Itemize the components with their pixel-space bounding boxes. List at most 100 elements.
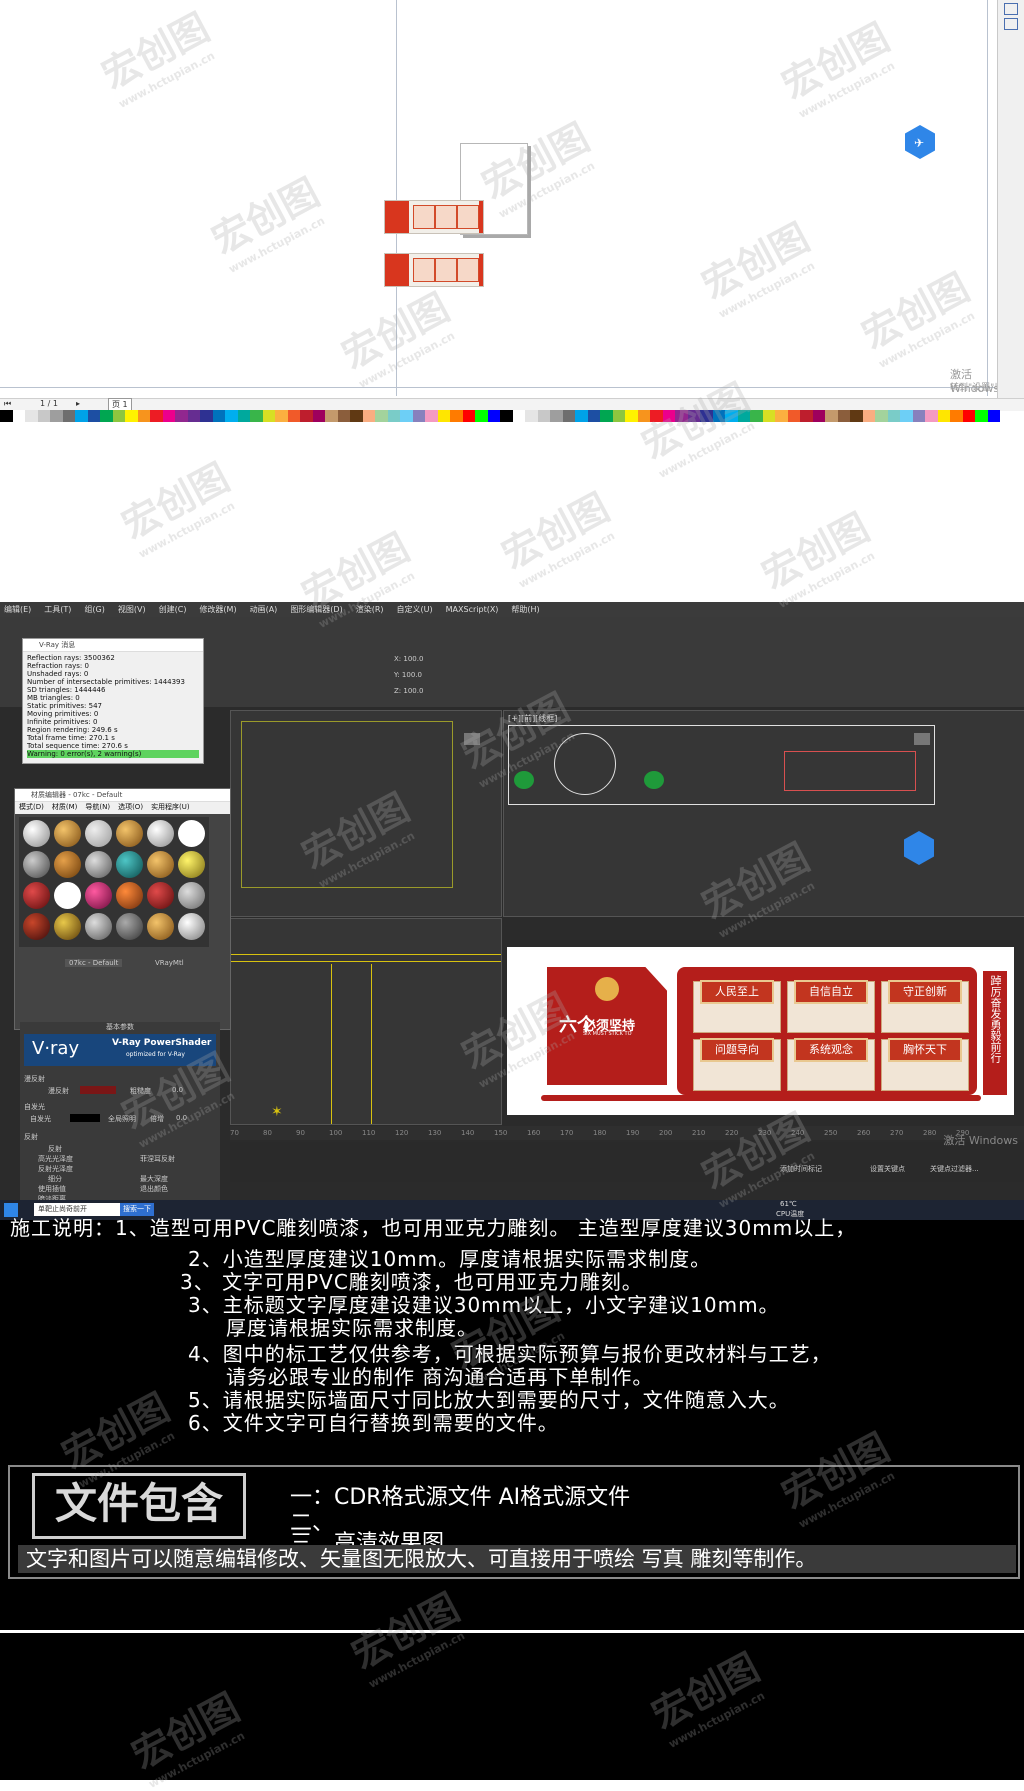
material-slot[interactable] (147, 820, 174, 847)
material-slot[interactable] (23, 913, 50, 940)
menu-item[interactable]: 修改器(M) (199, 604, 236, 615)
palette-swatch[interactable] (725, 410, 738, 422)
material-slot[interactable] (85, 882, 112, 909)
palette-swatch[interactable] (50, 410, 63, 422)
palette-swatch[interactable] (125, 410, 138, 422)
material-slot[interactable] (116, 820, 143, 847)
palette-swatch[interactable] (812, 410, 825, 422)
key-filters-button[interactable]: 关键点过滤器... (930, 1164, 979, 1174)
palette-swatch[interactable] (950, 410, 963, 422)
docker-icon[interactable] (1004, 3, 1018, 15)
viewport-label[interactable]: [+][前][线框] (508, 713, 557, 724)
palette-swatch[interactable] (350, 410, 363, 422)
palette-swatch[interactable] (187, 410, 200, 422)
palette-swatch[interactable] (675, 410, 688, 422)
menu-item[interactable]: 图形编辑器(D) (290, 604, 342, 615)
palette-swatch[interactable] (75, 410, 88, 422)
palette-swatch[interactable] (762, 410, 775, 422)
viewcube-icon[interactable] (464, 733, 480, 745)
palette-swatch[interactable] (150, 410, 163, 422)
palette-swatch[interactable] (837, 410, 850, 422)
palette-swatch[interactable] (662, 410, 675, 422)
palette-swatch[interactable] (712, 410, 725, 422)
material-menu-item[interactable]: 材质(M) (52, 802, 78, 814)
palette-swatch[interactable] (225, 410, 238, 422)
guide-line-vertical[interactable] (396, 0, 397, 396)
design-thumbnail[interactable] (384, 253, 484, 287)
palette-swatch[interactable] (25, 410, 38, 422)
palette-swatch[interactable] (537, 410, 550, 422)
material-slot[interactable] (23, 820, 50, 847)
material-slot[interactable] (54, 913, 81, 940)
material-menu-item[interactable]: 实用程序(U) (151, 802, 190, 814)
page-first-icon[interactable]: ⏮ (4, 399, 11, 409)
set-key-button[interactable]: 设置关键点 (870, 1164, 905, 1174)
palette-swatch[interactable] (312, 410, 325, 422)
palette-swatch[interactable] (112, 410, 125, 422)
material-slot[interactable] (85, 820, 112, 847)
floating-assistant-icon[interactable]: ✈ (905, 125, 935, 159)
palette-swatch[interactable] (425, 410, 438, 422)
palette-swatch[interactable] (875, 410, 888, 422)
gi-checkbox[interactable]: 全局照明 (108, 1114, 136, 1124)
material-slot[interactable] (54, 882, 81, 909)
material-slot[interactable] (23, 851, 50, 878)
palette-swatch[interactable] (162, 410, 175, 422)
palette-swatch[interactable] (400, 410, 413, 422)
palette-swatch[interactable] (862, 410, 875, 422)
palette-swatch[interactable] (750, 410, 763, 422)
material-slot[interactable] (178, 913, 205, 940)
palette-swatch[interactable] (700, 410, 713, 422)
guide-line-horizontal[interactable] (0, 387, 995, 388)
palette-swatch[interactable] (100, 410, 113, 422)
palette-swatch[interactable] (575, 410, 588, 422)
material-slot[interactable] (178, 820, 205, 847)
palette-swatch[interactable] (137, 410, 150, 422)
right-docker[interactable] (997, 0, 1024, 400)
material-slot[interactable] (147, 851, 174, 878)
viewport-front[interactable]: [+][前][线框] (503, 710, 1024, 917)
time-ruler[interactable]: 70 80 90 100 110 120 130 140 150 160 170 180 190 200 2… (230, 1126, 1024, 1140)
menu-item[interactable]: 创建(C) (159, 604, 187, 615)
vray-message-dialog[interactable]: V-Ray 消息 Reflection rays: 3500362 Refract… (22, 638, 204, 764)
palette-swatch[interactable] (962, 410, 975, 422)
diffuse-swatch[interactable] (80, 1086, 116, 1094)
palette-swatch[interactable] (475, 410, 488, 422)
material-menu-item[interactable]: 选项(O) (118, 802, 143, 814)
palette-swatch[interactable] (62, 410, 75, 422)
palette-swatch[interactable] (900, 410, 913, 422)
palette-swatch[interactable] (600, 410, 613, 422)
palette-swatch[interactable] (412, 410, 425, 422)
palette-swatch[interactable] (287, 410, 300, 422)
menu-item[interactable]: 自定义(U) (397, 604, 433, 615)
palette-swatch[interactable] (987, 410, 1000, 422)
material-name-field[interactable]: 07kc - Default (65, 959, 123, 967)
palette-swatch[interactable] (175, 410, 188, 422)
palette-swatch[interactable] (375, 410, 388, 422)
page-next-icon[interactable]: ▸ (76, 399, 80, 408)
render-viewport[interactable]: 六个 必须坚持 SIX MUST STICK TO 人民至上 自信自立 守正创新 问… (507, 947, 1014, 1115)
docker-icon[interactable] (1004, 18, 1018, 30)
palette-swatch[interactable] (800, 410, 813, 422)
palette-swatch[interactable] (612, 410, 625, 422)
color-palette[interactable] (0, 410, 1000, 422)
material-menu-item[interactable]: 导航(N) (85, 802, 110, 814)
palette-swatch[interactable] (362, 410, 375, 422)
palette-swatch[interactable] (325, 410, 338, 422)
roughness-value[interactable]: 0.0 (172, 1086, 183, 1094)
palette-swatch[interactable] (737, 410, 750, 422)
palette-swatch[interactable] (550, 410, 563, 422)
palette-swatch[interactable] (37, 410, 50, 422)
palette-swatch[interactable] (0, 410, 13, 422)
menu-item[interactable]: 工具(T) (44, 604, 71, 615)
use-interp-checkbox[interactable]: 使用插值 (38, 1184, 66, 1194)
palette-swatch[interactable] (487, 410, 500, 422)
palette-swatch[interactable] (200, 410, 213, 422)
menu-item[interactable]: 渲染(R) (356, 604, 384, 615)
menu-item[interactable]: 帮助(H) (511, 604, 539, 615)
palette-swatch[interactable] (687, 410, 700, 422)
menu-item[interactable]: 视图(V) (118, 604, 146, 615)
palette-swatch[interactable] (650, 410, 663, 422)
palette-swatch[interactable] (262, 410, 275, 422)
palette-swatch[interactable] (925, 410, 938, 422)
